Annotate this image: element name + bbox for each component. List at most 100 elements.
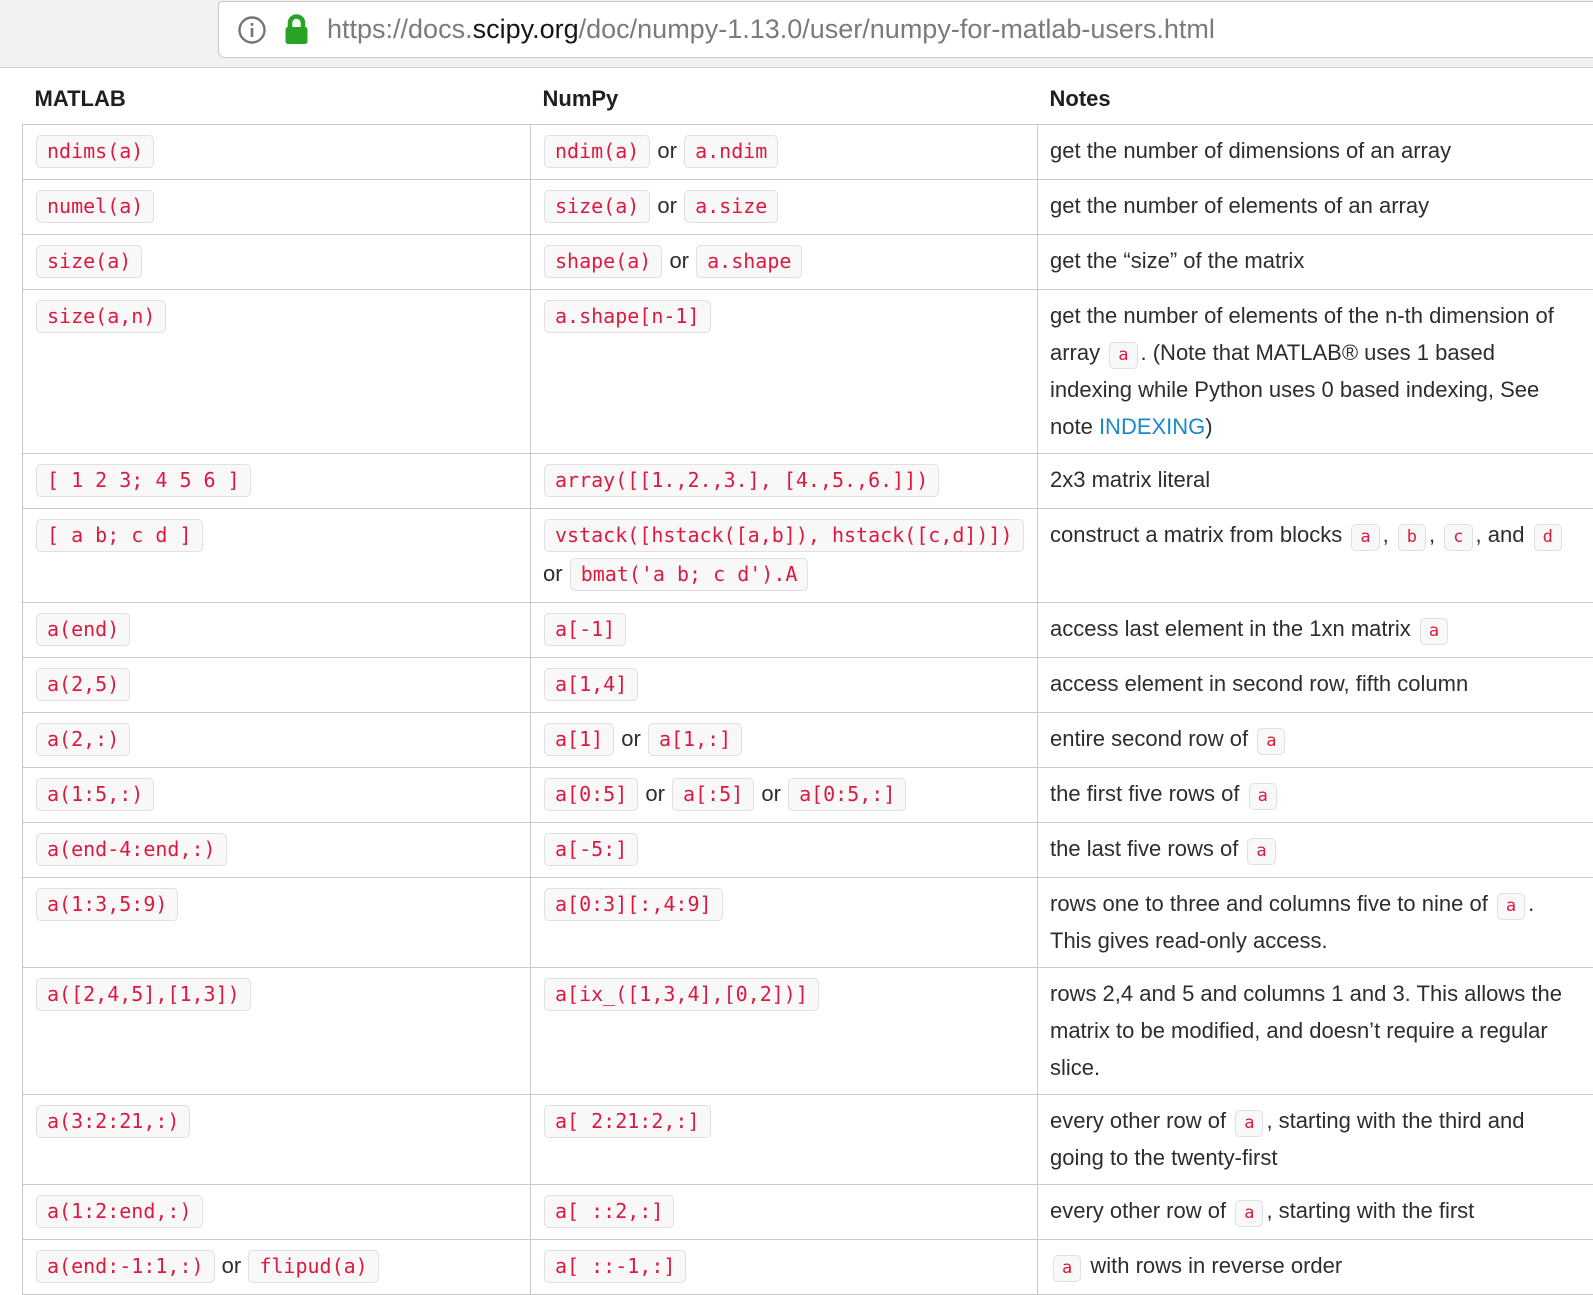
code-chip: a <box>1247 838 1275 865</box>
info-icon[interactable] <box>237 15 267 45</box>
notes-cell: every other row of a, starting with the … <box>1038 1095 1593 1185</box>
code-chip: a.size <box>684 190 778 223</box>
numpy-cell: a[-5:] <box>531 823 1038 878</box>
notes-cell: the last five rows of a <box>1038 823 1593 878</box>
table-header: MATLAB NumPy Notes <box>23 82 1593 125</box>
code-chip: size(a,n) <box>36 300 166 333</box>
code-chip: a.shape <box>696 245 802 278</box>
notes-cell: get the number of dimensions of an array <box>1038 125 1593 180</box>
matlab-cell: a(end-4:end,:) <box>23 823 531 878</box>
matlab-cell: a(1:3,5:9) <box>23 878 531 968</box>
note-text: entire second row of <box>1050 726 1254 751</box>
table-row: a(1:5,:)a[0:5] or a[:5] or a[0:5,:]the f… <box>23 768 1593 823</box>
code-chip: a[1,:] <box>648 723 742 756</box>
url-domain: scipy.org <box>473 14 579 44</box>
numpy-cell: a[ ::-1,:] <box>531 1240 1038 1295</box>
notes-cell: get the “size” of the matrix <box>1038 235 1593 290</box>
code-chip: a(end) <box>36 613 130 646</box>
notes-cell: every other row of a, starting with the … <box>1038 1185 1593 1240</box>
code-chip: size(a) <box>36 245 142 278</box>
notes-cell: 2x3 matrix literal <box>1038 454 1593 509</box>
numpy-cell: a[1,4] <box>531 658 1038 713</box>
numpy-cell: a[ 2:21:2,:] <box>531 1095 1038 1185</box>
code-chip: a[:5] <box>672 778 754 811</box>
notes-cell: access last element in the 1xn matrix a <box>1038 603 1593 658</box>
table-row: size(a,n) a.shape[n-1]get the number of e… <box>23 290 1593 454</box>
header-matlab: MATLAB <box>23 82 531 125</box>
browser-chrome: https://docs.scipy.org/doc/numpy-1.13.0/… <box>0 0 1593 68</box>
code-chip: ndim(a) <box>544 135 650 168</box>
code-chip: size(a) <box>544 190 650 223</box>
table-row: a(end-4:end,:)a[-5:]the last five rows o… <box>23 823 1593 878</box>
indexing-link[interactable]: INDEXING <box>1099 414 1205 439</box>
code-chip: a[ ::2,:] <box>544 1195 674 1228</box>
code-chip: bmat('a b; c d').A <box>570 558 809 591</box>
code-chip: a <box>1235 1110 1263 1137</box>
note-text: get the number of elements of an array <box>1050 193 1429 218</box>
lock-icon[interactable] <box>281 13 311 47</box>
numpy-cell: size(a) or a.size <box>531 180 1038 235</box>
notes-cell: rows 2,4 and 5 and columns 1 and 3. This… <box>1038 968 1593 1095</box>
code-chip: a([2,4,5],[1,3]) <box>36 978 251 1011</box>
matlab-cell: a(1:2:end,:) <box>23 1185 531 1240</box>
notes-cell: get the number of elements of an array <box>1038 180 1593 235</box>
code-chip: a[0:5,:] <box>788 778 906 811</box>
header-notes: Notes <box>1038 82 1593 125</box>
code-chip: a <box>1420 618 1448 645</box>
code-chip: b <box>1398 524 1426 551</box>
note-text: or <box>639 781 671 806</box>
note-text: access element in second row, fifth colu… <box>1050 671 1468 696</box>
matlab-cell: a(2,5) <box>23 658 531 713</box>
page-content: MATLAB NumPy Notes ndims(a) ndim(a) or a.… <box>0 68 1593 1295</box>
code-chip: a(1:5,:) <box>36 778 154 811</box>
table-row: a(3:2:21,:) a[ 2:21:2,:] every other row o… <box>23 1095 1593 1185</box>
code-chip: a[ix_([1,3,4],[0,2])] <box>544 978 819 1011</box>
numpy-cell: a.shape[n-1] <box>531 290 1038 454</box>
matlab-cell: a(3:2:21,:) <box>23 1095 531 1185</box>
note-text: or <box>543 561 569 586</box>
table-row: numel(a) size(a) or a.size get the number … <box>23 180 1593 235</box>
matlab-cell: [ 1 2 3; 4 5 6 ] <box>23 454 531 509</box>
matlab-cell: a(end:-1:1,:) or flipud(a) <box>23 1240 531 1295</box>
code-chip: a[-1] <box>544 613 626 646</box>
note-text: access last element in the 1xn matrix <box>1050 616 1417 641</box>
matlab-cell: a(1:5,:) <box>23 768 531 823</box>
table-row: a(1:3,5:9)a[0:3][:,4:9]rows one to three… <box>23 878 1593 968</box>
notes-cell: access element in second row, fifth colu… <box>1038 658 1593 713</box>
matlab-cell: a(end) <box>23 603 531 658</box>
code-chip: ndims(a) <box>36 135 154 168</box>
note-text: get the number of dimensions of an array <box>1050 138 1451 163</box>
code-chip: a <box>1053 1255 1081 1282</box>
code-chip: a <box>1351 524 1379 551</box>
notes-cell: rows one to three and columns five to ni… <box>1038 878 1593 968</box>
code-chip: vstack([hstack([a,b]), hstack([c,d])]) <box>544 519 1024 552</box>
matlab-cell: [ a b; c d ] <box>23 509 531 603</box>
numpy-cell: ndim(a) or a.ndim <box>531 125 1038 180</box>
code-chip: a <box>1257 728 1285 755</box>
note-text: or <box>651 193 683 218</box>
header-numpy: NumPy <box>531 82 1038 125</box>
notes-cell: a with rows in reverse order <box>1038 1240 1593 1295</box>
numpy-cell: a[-1] <box>531 603 1038 658</box>
code-chip: [ 1 2 3; 4 5 6 ] <box>36 464 251 497</box>
note-text: rows one to three and columns five to ni… <box>1050 891 1494 916</box>
code-chip: numel(a) <box>36 190 154 223</box>
notes-cell: get the number of elements of the n-th d… <box>1038 290 1593 454</box>
matlab-numpy-table: MATLAB NumPy Notes ndims(a) ndim(a) or a.… <box>22 82 1593 1295</box>
code-chip: c <box>1444 524 1472 551</box>
numpy-cell: a[ ::2,:] <box>531 1185 1038 1240</box>
code-chip: shape(a) <box>544 245 662 278</box>
note-text: or <box>216 1253 248 1278</box>
code-chip: a.ndim <box>684 135 778 168</box>
note-text: rows 2,4 and 5 and columns 1 and 3. This… <box>1050 981 1562 1080</box>
note-text: , starting with the first <box>1266 1198 1474 1223</box>
numpy-cell: array([[1.,2.,3.], [4.,5.,6.]]) <box>531 454 1038 509</box>
matlab-cell: ndims(a) <box>23 125 531 180</box>
address-bar[interactable]: https://docs.scipy.org/doc/numpy-1.13.0/… <box>218 1 1593 58</box>
code-chip: [ a b; c d ] <box>36 519 203 552</box>
code-chip: a(1:2:end,:) <box>36 1195 203 1228</box>
numpy-cell: vstack([hstack([a,b]), hstack([c,d])]) o… <box>531 509 1038 603</box>
url-text: https://docs.scipy.org/doc/numpy-1.13.0/… <box>327 14 1215 45</box>
code-chip: a[ 2:21:2,:] <box>544 1105 711 1138</box>
note-text: , <box>1429 522 1441 547</box>
